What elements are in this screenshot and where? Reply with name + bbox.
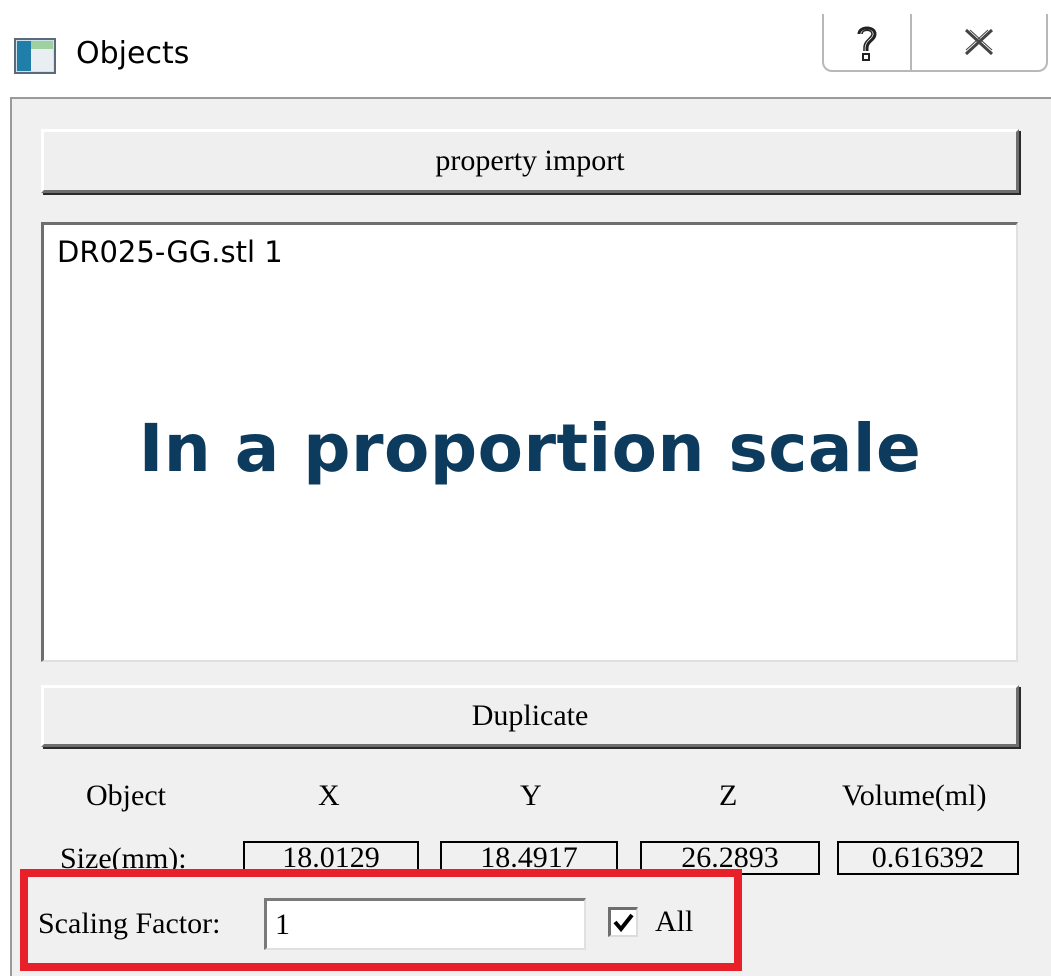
duplicate-button[interactable]: Duplicate — [41, 685, 1019, 747]
caption-buttons — [822, 14, 1048, 72]
help-button[interactable] — [824, 14, 912, 70]
scaling-factor-label: Scaling Factor: — [38, 907, 221, 940]
header-y: Y — [520, 779, 542, 812]
all-checkbox-label: All — [655, 905, 694, 938]
checkmark-icon — [613, 913, 634, 933]
size-label: Size(mm): — [60, 842, 187, 875]
app-window-icon — [14, 38, 56, 74]
close-button[interactable] — [912, 14, 1046, 70]
header-volume: Volume(ml) — [842, 779, 987, 812]
close-icon — [964, 28, 994, 56]
volume-value: 0.616392 — [837, 841, 1019, 875]
title-bar: Objects — [0, 0, 1051, 100]
all-checkbox[interactable] — [608, 907, 638, 937]
list-item[interactable]: DR025-GG.stl 1 — [57, 235, 283, 269]
size-x-value: 18.0129 — [243, 841, 419, 875]
overlay-caption: In a proportion scale — [138, 410, 922, 487]
object-list[interactable]: DR025-GG.stl 1 In a proportion scale — [41, 222, 1018, 662]
property-import-button[interactable]: property import — [41, 129, 1019, 193]
header-object: Object — [86, 779, 166, 812]
scaling-factor-input[interactable] — [264, 898, 586, 950]
help-icon — [857, 26, 877, 61]
header-z: Z — [719, 779, 738, 812]
size-z-value: 26.2893 — [640, 841, 820, 875]
window-title: Objects — [76, 36, 190, 71]
size-y-value: 18.4917 — [440, 841, 618, 875]
header-x: X — [318, 779, 340, 812]
objects-dialog: property import DR025-GG.stl 1 In a prop… — [10, 97, 1051, 976]
